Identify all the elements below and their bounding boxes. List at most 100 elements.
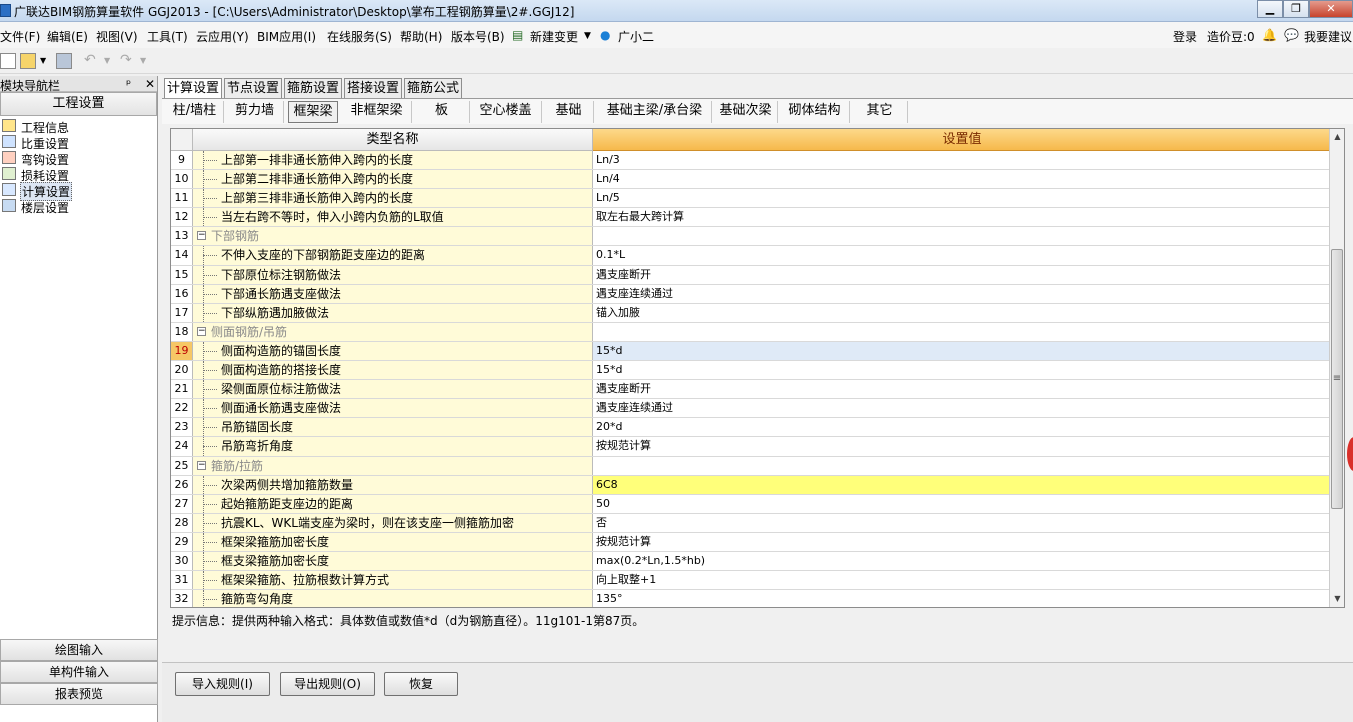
tab-calc-settings[interactable]: 计算设置 bbox=[164, 78, 222, 99]
collapse-icon[interactable]: − bbox=[197, 231, 206, 241]
menu-bim[interactable]: BIM应用(I) bbox=[257, 28, 316, 45]
chevron-down-icon[interactable]: ▼ bbox=[140, 56, 146, 65]
row-value-cell[interactable]: 按规范计算 bbox=[593, 532, 1331, 551]
row-value-cell[interactable]: 20*d bbox=[593, 418, 1331, 437]
menu-guangxiaoer[interactable]: 广小二 bbox=[618, 28, 654, 45]
table-row[interactable]: 31 框架梁箍筋、拉筋根数计算方式 向上取整+1 bbox=[171, 571, 1331, 591]
close-button[interactable]: ✕ bbox=[1309, 0, 1353, 18]
table-row[interactable]: 27 起始箍筋距支座边的距离 50 bbox=[171, 494, 1331, 514]
open-folder-icon[interactable] bbox=[20, 53, 36, 69]
collapse-icon[interactable]: − bbox=[197, 460, 206, 470]
table-row[interactable]: 15 下部原位标注钢筋做法 遇支座断开 bbox=[171, 265, 1331, 285]
menu-version[interactable]: 版本号(B) bbox=[451, 28, 505, 45]
subtab-hollow-floor[interactable]: 空心楼盖 bbox=[470, 101, 542, 123]
row-value-cell[interactable]: 取左右最大跨计算 bbox=[593, 208, 1331, 227]
subtab-foundation-secondary-beam[interactable]: 基础次梁 bbox=[714, 101, 778, 123]
table-row[interactable]: 9 上部第一排非通长筋伸入跨内的长度 Ln/3 bbox=[171, 151, 1331, 171]
table-row[interactable]: 10 上部第二排非通长筋伸入跨内的长度 Ln/4 bbox=[171, 170, 1331, 190]
chevron-down-icon[interactable]: ▼ bbox=[104, 56, 110, 65]
nav-drawing-input[interactable]: 绘图输入 bbox=[0, 639, 158, 661]
chevron-down-icon[interactable]: ▼ bbox=[584, 31, 591, 41]
subtab-shear-wall[interactable]: 剪力墙 bbox=[226, 101, 284, 123]
collapse-icon[interactable]: − bbox=[197, 326, 206, 336]
table-row[interactable]: 23 吊筋锚固长度 20*d bbox=[171, 418, 1331, 438]
undo-icon[interactable]: ↶ bbox=[84, 52, 96, 68]
subtab-masonry[interactable]: 砌体结构 bbox=[780, 101, 850, 123]
table-row[interactable]: 32 箍筋弯勾角度 135° bbox=[171, 590, 1331, 607]
subtab-other[interactable]: 其它 bbox=[852, 101, 908, 123]
subtab-non-frame-beam[interactable]: 非框架梁 bbox=[342, 101, 412, 123]
row-value-cell[interactable]: 按规范计算 bbox=[593, 437, 1331, 456]
row-value-cell[interactable]: 向上取整+1 bbox=[593, 571, 1331, 590]
row-value-cell[interactable]: 50 bbox=[593, 494, 1331, 513]
table-row[interactable]: 13− 下部钢筋 bbox=[171, 227, 1331, 247]
table-row[interactable]: 26 次梁两侧共增加箍筋数量 6C8 bbox=[171, 475, 1331, 495]
row-value-cell[interactable]: 15*d bbox=[593, 361, 1331, 380]
row-value-cell[interactable]: Ln/3 bbox=[593, 151, 1331, 170]
tab-lap-settings[interactable]: 搭接设置 bbox=[344, 78, 402, 98]
menu-file[interactable]: 文件(F) bbox=[0, 28, 40, 45]
chevron-down-icon[interactable]: ▼ bbox=[40, 56, 46, 65]
table-row[interactable]: 25− 箍筋/拉筋 bbox=[171, 456, 1331, 476]
tree-item-loss[interactable]: 损耗设置 bbox=[0, 166, 157, 183]
tab-node-settings[interactable]: 节点设置 bbox=[224, 78, 282, 98]
restore-button[interactable]: 恢复 bbox=[384, 672, 458, 696]
table-row[interactable]: 22 侧面通长筋遇支座做法 遇支座连续通过 bbox=[171, 399, 1331, 419]
table-row[interactable]: 24 吊筋弯折角度 按规范计算 bbox=[171, 437, 1331, 457]
pin-icon[interactable]: ᵖ bbox=[126, 77, 131, 91]
table-row[interactable]: 12 当左右跨不等时，伸入小跨内负筋的L取值 取左右最大跨计算 bbox=[171, 208, 1331, 228]
scroll-thumb[interactable]: ≡ bbox=[1331, 249, 1343, 509]
suggest-link[interactable]: 我要建议 bbox=[1304, 28, 1352, 45]
login-link[interactable]: 登录 bbox=[1173, 28, 1197, 45]
table-row[interactable]: 16 下部通长筋遇支座做法 遇支座连续通过 bbox=[171, 284, 1331, 304]
tree-item-calc-settings[interactable]: 计算设置 bbox=[0, 182, 157, 201]
row-value-cell[interactable]: 遇支座连续通过 bbox=[593, 399, 1331, 418]
row-value-cell[interactable]: 遇支座断开 bbox=[593, 265, 1331, 284]
menu-cloud[interactable]: 云应用(Y) bbox=[196, 28, 249, 45]
table-row[interactable]: 21 梁侧面原位标注筋做法 遇支座断开 bbox=[171, 380, 1331, 400]
menu-help[interactable]: 帮助(H) bbox=[400, 28, 442, 45]
close-icon[interactable]: ✕ bbox=[145, 77, 155, 91]
row-value-cell[interactable]: 15*d bbox=[593, 341, 1331, 361]
scroll-down-icon[interactable]: ▼ bbox=[1330, 591, 1344, 607]
menu-online[interactable]: 在线服务(S) bbox=[327, 28, 392, 45]
subtab-slab[interactable]: 板 bbox=[414, 101, 470, 123]
minimize-button[interactable]: ▁ bbox=[1257, 0, 1283, 18]
new-file-icon[interactable] bbox=[0, 53, 16, 69]
menu-new-change[interactable]: 新建变更 bbox=[530, 28, 578, 45]
nav-report-preview[interactable]: 报表预览 bbox=[0, 683, 158, 705]
table-row[interactable]: 20 侧面构造筋的搭接长度 15*d bbox=[171, 361, 1331, 381]
redo-icon[interactable]: ↷ bbox=[120, 52, 132, 68]
subtab-frame-beam[interactable]: 框架梁 bbox=[288, 101, 338, 123]
import-rules-button[interactable]: 导入规则(I) bbox=[175, 672, 270, 696]
table-row[interactable]: 18− 侧面钢筋/吊筋 bbox=[171, 322, 1331, 342]
row-value-cell[interactable]: 遇支座连续通过 bbox=[593, 284, 1331, 303]
menu-tools[interactable]: 工具(T) bbox=[147, 28, 188, 45]
row-value-cell[interactable]: 遇支座断开 bbox=[593, 380, 1331, 399]
subtab-foundation-main-beam[interactable]: 基础主梁/承台梁 bbox=[598, 101, 712, 123]
export-rules-button[interactable]: 导出规则(O) bbox=[280, 672, 375, 696]
subtab-foundation[interactable]: 基础 bbox=[544, 101, 594, 123]
row-value-cell[interactable]: 锚入加腋 bbox=[593, 303, 1331, 322]
row-value-cell[interactable]: 135° bbox=[593, 590, 1331, 607]
tree-item-density[interactable]: 比重设置 bbox=[0, 134, 157, 151]
table-row[interactable]: 29 框架梁箍筋加密长度 按规范计算 bbox=[171, 532, 1331, 552]
subtab-column[interactable]: 柱/墙柱 bbox=[166, 101, 224, 123]
bell-icon[interactable]: 🔔 bbox=[1262, 28, 1277, 42]
tree-item-hook[interactable]: 弯钩设置 bbox=[0, 150, 157, 167]
table-row[interactable]: 28 抗震KL、WKL端支座为梁时，则在该支座一侧箍筋加密 否 bbox=[171, 513, 1331, 533]
restore-button[interactable]: ❐ bbox=[1283, 0, 1309, 18]
row-value-cell[interactable]: 6C8 bbox=[593, 475, 1331, 494]
menu-view[interactable]: 视图(V) bbox=[96, 28, 138, 45]
table-row[interactable]: 11 上部第三排非通长筋伸入跨内的长度 Ln/5 bbox=[171, 189, 1331, 209]
nav-single-component[interactable]: 单构件输入 bbox=[0, 661, 158, 683]
tab-stirrup-formula[interactable]: 箍筋公式 bbox=[404, 78, 462, 98]
row-value-cell[interactable]: max(0.2*Ln,1.5*hb) bbox=[593, 551, 1331, 571]
table-row[interactable]: 19 侧面构造筋的锚固长度 15*d bbox=[171, 341, 1331, 362]
save-icon[interactable] bbox=[56, 53, 72, 69]
table-row[interactable]: 17 下部纵筋遇加腋做法 锚入加腋 bbox=[171, 303, 1331, 323]
row-value-cell[interactable]: Ln/4 bbox=[593, 170, 1331, 189]
tree-item-project-info[interactable]: 工程信息 bbox=[0, 118, 157, 135]
row-value-cell[interactable]: Ln/5 bbox=[593, 189, 1331, 208]
row-value-cell[interactable]: 0.1*L bbox=[593, 246, 1331, 265]
